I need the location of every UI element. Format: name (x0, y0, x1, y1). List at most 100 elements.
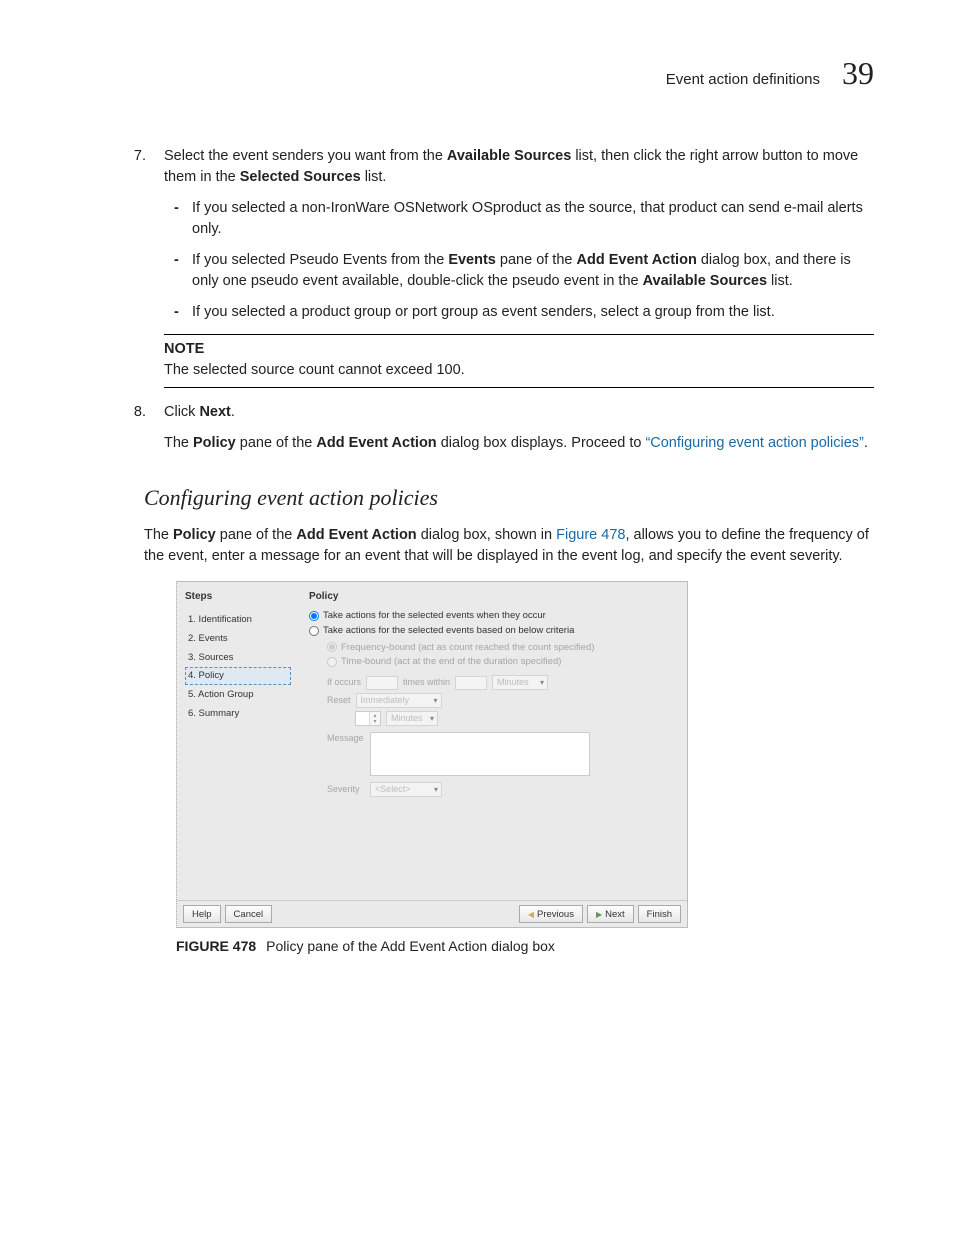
t: dialog box displays. Proceed to (437, 435, 646, 451)
figure-478: Steps 1. Identification 2. Events 3. Sou… (176, 581, 874, 956)
t: . (231, 404, 235, 420)
message-textarea (370, 732, 590, 776)
footer-right: ◀Previous ▶Next Finish (519, 905, 681, 923)
finish-button[interactable]: Finish (638, 905, 681, 923)
cancel-button[interactable]: Cancel (225, 905, 273, 923)
note-title: NOTE (164, 339, 874, 360)
dd-label: Minutes (391, 712, 423, 725)
policy-title: Policy (309, 590, 677, 605)
page-number: 39 (842, 50, 874, 96)
help-button[interactable]: Help (183, 905, 221, 923)
step-sources[interactable]: 3. Sources (185, 649, 291, 667)
step-identification[interactable]: 1. Identification (185, 611, 291, 629)
severity-dropdown: <Select> ▾ (370, 782, 442, 797)
reset-unit-dropdown: Minutes▾ (386, 711, 438, 726)
term-available-sources: Available Sources (643, 273, 767, 289)
radio-criteria[interactable]: Take actions for the selected events bas… (309, 624, 677, 638)
procedure-list: Select the event senders you want from t… (80, 146, 874, 453)
chevron-down-icon: ▾ (434, 784, 438, 796)
btn-label: Next (605, 908, 625, 922)
next-button[interactable]: ▶Next (587, 905, 634, 923)
step7-bullets: If you selected a non-IronWare OSNetwork… (164, 198, 874, 323)
t: dialog box, shown in (417, 527, 556, 543)
spinner-row: ▴▾ Minutes▾ (355, 711, 677, 726)
radio-time-bound: Time-bound (act at the end of the durati… (327, 655, 677, 669)
step-7: Select the event senders you want from t… (150, 146, 874, 387)
radio-when-occur[interactable]: Take actions for the selected events whe… (309, 609, 677, 623)
radio-frequency-label: Frequency-bound (act as count reached th… (341, 641, 595, 655)
radio-frequency-input (327, 642, 337, 652)
term-add-event-action: Add Event Action (577, 252, 697, 268)
triangle-right-icon: ▶ (596, 909, 602, 921)
reset-label: Reset (327, 694, 351, 707)
term-next: Next (199, 404, 230, 420)
message-label: Message (327, 732, 365, 745)
link-figure-478[interactable]: Figure 478 (556, 527, 625, 543)
severity-row: Severity <Select> ▾ (327, 782, 677, 797)
term-events: Events (448, 252, 496, 268)
term-selected-sources: Selected Sources (240, 169, 361, 185)
btn-label: Previous (537, 908, 574, 922)
radio-criteria-input[interactable] (309, 626, 319, 636)
if-occurs-label: If occurs (327, 676, 361, 689)
header-title: Event action definitions (666, 69, 820, 91)
chevron-down-icon: ▾ (540, 677, 544, 689)
page-header: Event action definitions 39 (80, 50, 874, 96)
term-policy: Policy (193, 435, 236, 451)
radio-when-occur-input[interactable] (309, 611, 319, 621)
figure-text: Policy pane of the Add Event Action dial… (266, 938, 555, 954)
severity-label: Severity (327, 783, 365, 796)
message-row: Message (327, 732, 677, 776)
radio-when-occur-label: Take actions for the selected events whe… (323, 609, 546, 623)
figure-caption: FIGURE 478 Policy pane of the Add Event A… (176, 936, 874, 956)
step-policy[interactable]: 4. Policy (185, 667, 291, 685)
dd-label: Immediately (361, 694, 410, 707)
times-within-label: times within (403, 676, 450, 689)
reset-row: Reset Immediately▾ (327, 693, 677, 708)
bullet-2: If you selected Pseudo Events from the E… (192, 250, 874, 292)
step8-followup: The Policy pane of the Add Event Action … (164, 433, 874, 454)
bullet-3: If you selected a product group or port … (192, 302, 874, 323)
dialog-body: Steps 1. Identification 2. Events 3. Sou… (177, 582, 687, 900)
note-block: NOTE The selected source count cannot ex… (164, 334, 874, 388)
dd-label: Minutes (497, 676, 529, 689)
subheading: Configuring event action policies (144, 482, 874, 514)
reset-dropdown: Immediately▾ (356, 693, 442, 708)
t: pane of the (216, 527, 297, 543)
link-configuring-policies[interactable]: “Configuring event action policies” (645, 435, 863, 451)
if-occurs-count-input (366, 676, 398, 690)
add-event-action-dialog: Steps 1. Identification 2. Events 3. Sou… (176, 581, 688, 928)
page: Event action definitions 39 Select the e… (0, 0, 954, 1017)
term-available-sources: Available Sources (447, 148, 571, 164)
t: If you selected a non-IronWare OSNetwork… (192, 200, 863, 237)
previous-button[interactable]: ◀Previous (519, 905, 583, 923)
term-add-event-action: Add Event Action (296, 527, 416, 543)
t: list. (767, 273, 793, 289)
triangle-left-icon: ◀ (528, 909, 534, 921)
t: pane of the (496, 252, 577, 268)
figure-label: FIGURE 478 (176, 938, 256, 954)
term-add-event-action: Add Event Action (316, 435, 436, 451)
bullet-1: If you selected a non-IronWare OSNetwork… (192, 198, 874, 240)
t: If you selected Pseudo Events from the (192, 252, 448, 268)
step7-text: Select the event senders you want from t… (164, 148, 858, 185)
radio-frequency-bound: Frequency-bound (act as count reached th… (327, 641, 677, 655)
term-policy: Policy (173, 527, 216, 543)
dialog-footer: Help Cancel ◀Previous ▶Next Finish (177, 900, 687, 927)
t: pane of the (236, 435, 317, 451)
t: Select the event senders you want from t… (164, 148, 447, 164)
within-unit-dropdown: Minutes ▾ (492, 675, 548, 690)
step-action-group[interactable]: 5. Action Group (185, 686, 291, 704)
step-events[interactable]: 2. Events (185, 630, 291, 648)
t: list. (361, 169, 387, 185)
within-value-input (455, 676, 487, 690)
dd-label: <Select> (375, 783, 411, 796)
t: The (164, 435, 193, 451)
t: . (864, 435, 868, 451)
step-summary[interactable]: 6. Summary (185, 705, 291, 723)
steps-title: Steps (185, 590, 291, 605)
steps-panel: Steps 1. Identification 2. Events 3. Sou… (177, 582, 299, 900)
t: The (144, 527, 173, 543)
policy-panel: Policy Take actions for the selected eve… (299, 582, 687, 900)
footer-left: Help Cancel (183, 905, 272, 923)
